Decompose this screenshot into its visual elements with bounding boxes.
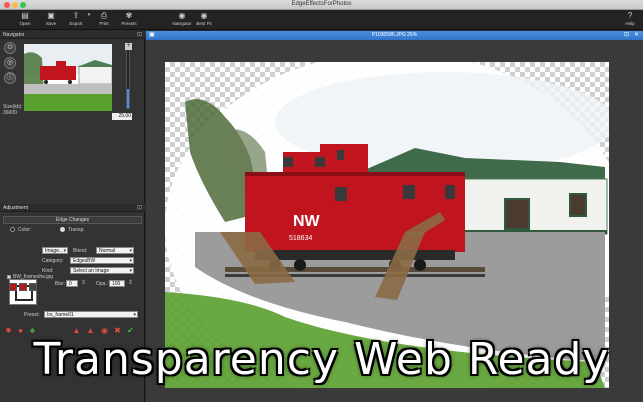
save-label: Save (45, 21, 57, 26)
file-name: BW_frameoha.jpg (13, 274, 54, 280)
blend-label: Blend: (73, 248, 88, 254)
zoom-in-button[interactable]: + (125, 43, 132, 50)
help-label: Help (625, 21, 635, 26)
window-title: EdgeEffectsForPhotos (291, 1, 352, 7)
main-toolbar: ▤ Open ▣ Save ⇪ Export ▾ ⎙ Print ✾ Prese… (0, 10, 643, 30)
fit-icon[interactable]: ⊙ (4, 42, 16, 54)
presets-icon: ✾ (125, 11, 133, 20)
save-icon: ▣ (47, 11, 55, 20)
thumbnail-image (24, 44, 112, 111)
document-titlebar: ▣ P1030586.JPG 25% ⊡ ✕ (146, 31, 643, 40)
best-fit-button[interactable]: ◉ Best Fit (191, 11, 217, 29)
print-label: Print (99, 21, 109, 26)
promo-overlay-text: Transparency Web Ready (33, 334, 610, 385)
file-checkbox[interactable] (7, 275, 11, 279)
presets-label: Presets (121, 21, 137, 26)
help-button[interactable]: ? Help (617, 11, 643, 29)
collapse-icon[interactable]: ⊡ (137, 31, 142, 38)
preset-label: Preset: (24, 312, 40, 318)
save-button[interactable]: ▣ Save (38, 11, 64, 29)
size-info: Size(kb): 36000 (3, 104, 23, 116)
zoom-icon[interactable]: ◎ (4, 57, 16, 69)
navigator-icon: ◉ (178, 11, 186, 20)
zoom-slider[interactable] (126, 43, 130, 109)
navigator-header: Navigator ⊡ (0, 31, 145, 39)
adjustment-header: Adjustment ⊡ (0, 204, 145, 212)
document-title: P1030586.JPG 25% (371, 32, 418, 38)
zoom-slider-fill (127, 88, 129, 108)
caboose-logo: NW (293, 213, 321, 230)
blur-stepper-icon[interactable]: ⇕ (79, 279, 88, 288)
navigator-title: Navigator (3, 32, 25, 38)
best-fit-label: Best Fit (196, 21, 212, 26)
document-icon: ▣ (149, 32, 155, 38)
opacity-field[interactable]: 100 (109, 280, 125, 287)
transp-radio[interactable] (60, 227, 65, 232)
caboose-number: 518634 (289, 235, 312, 242)
opacity-stepper-icon[interactable]: ⇕ (126, 279, 135, 288)
open-button[interactable]: ▤ Open (12, 11, 38, 29)
blend-select[interactable]: Normal (96, 247, 134, 254)
opacity-label: Opa.: (96, 281, 109, 287)
open-icon: ▤ (21, 11, 29, 20)
swatch-red[interactable] (9, 283, 17, 291)
help-icon: ? (627, 11, 633, 20)
close-icon[interactable]: ✕ (634, 31, 639, 40)
export-icon: ⇪ (72, 11, 80, 20)
category-label: Category: (42, 258, 64, 264)
swatch-dark[interactable] (29, 283, 37, 291)
edge-changes-tab[interactable]: Edge Changes (3, 216, 142, 224)
best-fit-icon: ◉ (200, 11, 208, 20)
adjustment-title: Adjustment (3, 205, 29, 211)
category-select[interactable]: EdgesBW (70, 257, 134, 264)
transp-label: Transp. (68, 227, 85, 233)
color-radio[interactable] (10, 227, 15, 232)
blur-field[interactable]: 0 (66, 280, 78, 287)
presets-button[interactable]: ✾ Presets (116, 11, 142, 29)
navigator-thumbnail[interactable] (24, 44, 112, 111)
blur-label: Blur: (55, 281, 66, 287)
swatch-red-2[interactable] (19, 283, 27, 291)
info-icon[interactable]: ⓘ (4, 72, 16, 84)
color-label: Color: (18, 227, 32, 233)
print-icon: ⎙ (100, 11, 108, 20)
image-select[interactable]: Image... (42, 247, 68, 254)
restore-icon[interactable]: ⊡ (624, 31, 629, 40)
preset-select[interactable]: Irs_frame01 (44, 311, 138, 318)
collapse-icon[interactable]: ⊡ (137, 204, 142, 211)
zoom-value-field[interactable]: 25.00 (112, 113, 132, 120)
open-label: Open (19, 21, 31, 26)
kind-select[interactable]: Select an Image (70, 267, 134, 274)
size-value: 36000 (3, 110, 17, 116)
window-titlebar: EdgeEffectsForPhotos (0, 0, 643, 10)
print-button[interactable]: ⎙ Print (91, 11, 117, 29)
